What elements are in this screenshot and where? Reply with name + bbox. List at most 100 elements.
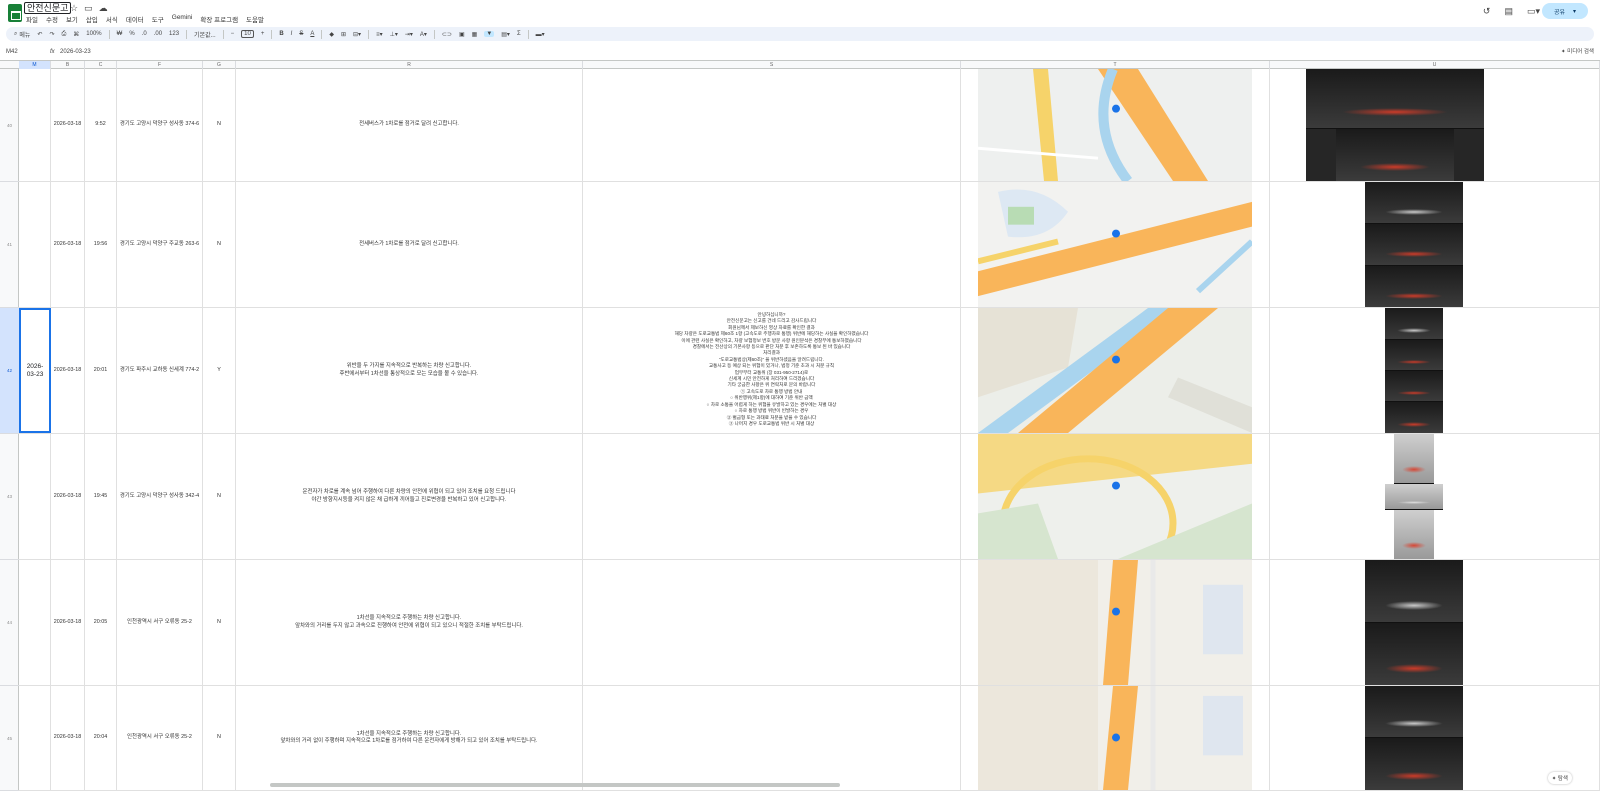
column-header[interactable]: S — [583, 61, 961, 69]
cell-m[interactable] — [19, 434, 51, 559]
font-select[interactable]: 기본값... — [194, 30, 216, 39]
cell-date[interactable]: 2026-03-18 — [51, 69, 85, 181]
filter-icon[interactable]: ▼ — [484, 31, 495, 37]
text-wrap-icon[interactable]: ⇥▾ — [405, 31, 413, 38]
bold-icon[interactable]: B — [279, 31, 283, 37]
explore-button[interactable]: ✦ 탐색 — [1547, 772, 1572, 784]
cell-flag[interactable]: N — [203, 560, 236, 685]
decrease-decimal-icon[interactable]: .0 — [142, 31, 147, 37]
row-header[interactable]: 44 — [0, 560, 19, 686]
folder-icon[interactable]: ▭ — [84, 3, 93, 14]
cell-response[interactable] — [583, 182, 961, 307]
chart-icon[interactable]: ▦ — [472, 31, 478, 38]
media-search-button[interactable]: ✦ 미디어 검색 — [1561, 47, 1594, 55]
column-header[interactable]: F — [117, 61, 203, 69]
comment-icon[interactable]: ▤ — [1504, 6, 1513, 17]
number-format-icon[interactable]: 123 — [169, 31, 179, 37]
cell-map[interactable] — [961, 686, 1270, 790]
comment-add-icon[interactable]: ▣ — [459, 31, 465, 38]
cell-map[interactable] — [961, 69, 1270, 181]
chevron-down-icon[interactable]: ▾ — [1573, 8, 1576, 15]
cell-time[interactable]: 19:56 — [85, 182, 117, 307]
text-color-icon[interactable]: A — [310, 31, 314, 37]
vertical-align-icon[interactable]: ⊥▾ — [390, 31, 398, 38]
document-title[interactable]: 안전신문고 — [24, 2, 72, 14]
cell-time[interactable]: 19:45 — [85, 434, 117, 559]
text-rotation-icon[interactable]: A▾ — [420, 31, 427, 38]
currency-button[interactable]: ₩ — [117, 31, 123, 37]
cell-response[interactable] — [583, 560, 961, 685]
column-header[interactable]: G — [203, 61, 236, 69]
row-header[interactable]: 41 — [0, 182, 19, 308]
menu-search[interactable]: ⌕ 메뉴 — [14, 30, 30, 39]
menu-file[interactable]: 파일 — [26, 14, 38, 24]
meet-icon[interactable]: ▭▾ — [1527, 6, 1540, 17]
star-icon[interactable]: ☆ — [70, 3, 78, 14]
cell-photos[interactable] — [1270, 560, 1600, 685]
percent-button[interactable]: % — [129, 31, 134, 37]
cell-time[interactable]: 9:52 — [85, 69, 117, 181]
menu-tools[interactable]: 도구 — [152, 14, 164, 24]
cell-map[interactable] — [961, 560, 1270, 685]
font-size-increase-icon[interactable]: + — [261, 31, 265, 37]
cell-m[interactable] — [19, 182, 51, 307]
column-header[interactable]: B — [51, 61, 85, 69]
cell-m[interactable]: 2026-03-23 — [19, 308, 51, 433]
cell-time[interactable]: 20:04 — [85, 686, 117, 790]
cell-photos[interactable] — [1270, 182, 1600, 307]
cell-description[interactable]: 전세버스가 1차로를 점거로 달려 신고합니다. — [236, 182, 583, 307]
paint-format-icon[interactable]: ⌘ — [73, 31, 79, 38]
menu-extensions[interactable]: 확장 프로그램 — [200, 14, 238, 24]
row-header[interactable]: 43 — [0, 434, 19, 560]
history-icon[interactable]: ↺ — [1483, 6, 1491, 17]
cell-m[interactable] — [19, 686, 51, 790]
merge-cells-icon[interactable]: ⊟▾ — [353, 31, 361, 38]
cell-date[interactable]: 2026-03-18 — [51, 560, 85, 685]
cell-description[interactable]: 1차선을 지속적으로 주행하는 차량 신고합니다. 앞차와의 거리 없이 주행하… — [236, 686, 583, 790]
menu-gemini[interactable]: Gemini — [172, 14, 193, 24]
row-header[interactable]: 45 — [0, 686, 19, 791]
cell-photos[interactable] — [1270, 434, 1600, 559]
cell-address[interactable]: 경기도 고양시 덕양구 성사동 374-6 — [117, 69, 203, 181]
zoom-select[interactable]: 100% — [86, 31, 101, 37]
cell-address[interactable]: 인천광역시 서구 오류동 25-2 — [117, 560, 203, 685]
cell-m[interactable] — [19, 560, 51, 685]
cell-response[interactable] — [583, 69, 961, 181]
cell-address[interactable]: 경기도 고양시 덕양구 주교동 263-6 — [117, 182, 203, 307]
input-tools-icon[interactable]: ▬▾ — [536, 31, 545, 38]
cell-response[interactable] — [583, 686, 961, 790]
cell-time[interactable]: 20:05 — [85, 560, 117, 685]
horizontal-scrollbar[interactable] — [270, 783, 840, 787]
formula-input[interactable]: 2026-03-23 — [60, 49, 91, 55]
font-size-decrease-icon[interactable]: − — [231, 31, 235, 37]
menu-format[interactable]: 서식 — [106, 14, 118, 24]
row-header[interactable]: 40 — [0, 69, 19, 182]
link-icon[interactable]: ⊂⊃ — [442, 31, 452, 38]
cell-description[interactable]: 전세버스가 1차로를 점거로 달려 신고합니다. — [236, 69, 583, 181]
name-box[interactable]: M42 — [6, 49, 42, 55]
column-header[interactable]: R — [236, 61, 583, 69]
sheets-logo-icon[interactable] — [8, 4, 22, 22]
menu-edit[interactable]: 수정 — [46, 14, 58, 24]
cell-map[interactable] — [961, 434, 1270, 559]
cell-flag[interactable]: N — [203, 182, 236, 307]
italic-icon[interactable]: I — [291, 31, 293, 37]
row-header[interactable]: 42 — [0, 308, 19, 434]
cell-response[interactable] — [583, 434, 961, 559]
cell-time[interactable]: 20:01 — [85, 308, 117, 433]
strikethrough-icon[interactable]: S — [299, 31, 303, 37]
menu-data[interactable]: 데이터 — [126, 14, 144, 24]
cell-photos[interactable] — [1270, 69, 1600, 181]
fill-color-icon[interactable]: ◆ — [329, 31, 334, 38]
cell-response[interactable]: 안녕하십니까? 안전신문고는 신고를 건네 드리고 감사드립니다 회원님께서 제… — [583, 308, 961, 433]
cell-map[interactable] — [961, 182, 1270, 307]
increase-decimal-icon[interactable]: .00 — [154, 31, 162, 37]
menu-view[interactable]: 보기 — [66, 14, 78, 24]
cell-photos[interactable] — [1270, 308, 1600, 433]
cell-flag[interactable]: Y — [203, 308, 236, 433]
borders-icon[interactable]: ⊞ — [341, 31, 346, 38]
column-header[interactable]: T — [961, 61, 1270, 69]
cell-date[interactable]: 2026-03-18 — [51, 182, 85, 307]
column-header[interactable]: C — [85, 61, 117, 69]
cell-address[interactable]: 경기도 파주시 교하동 신세계 774-2 — [117, 308, 203, 433]
